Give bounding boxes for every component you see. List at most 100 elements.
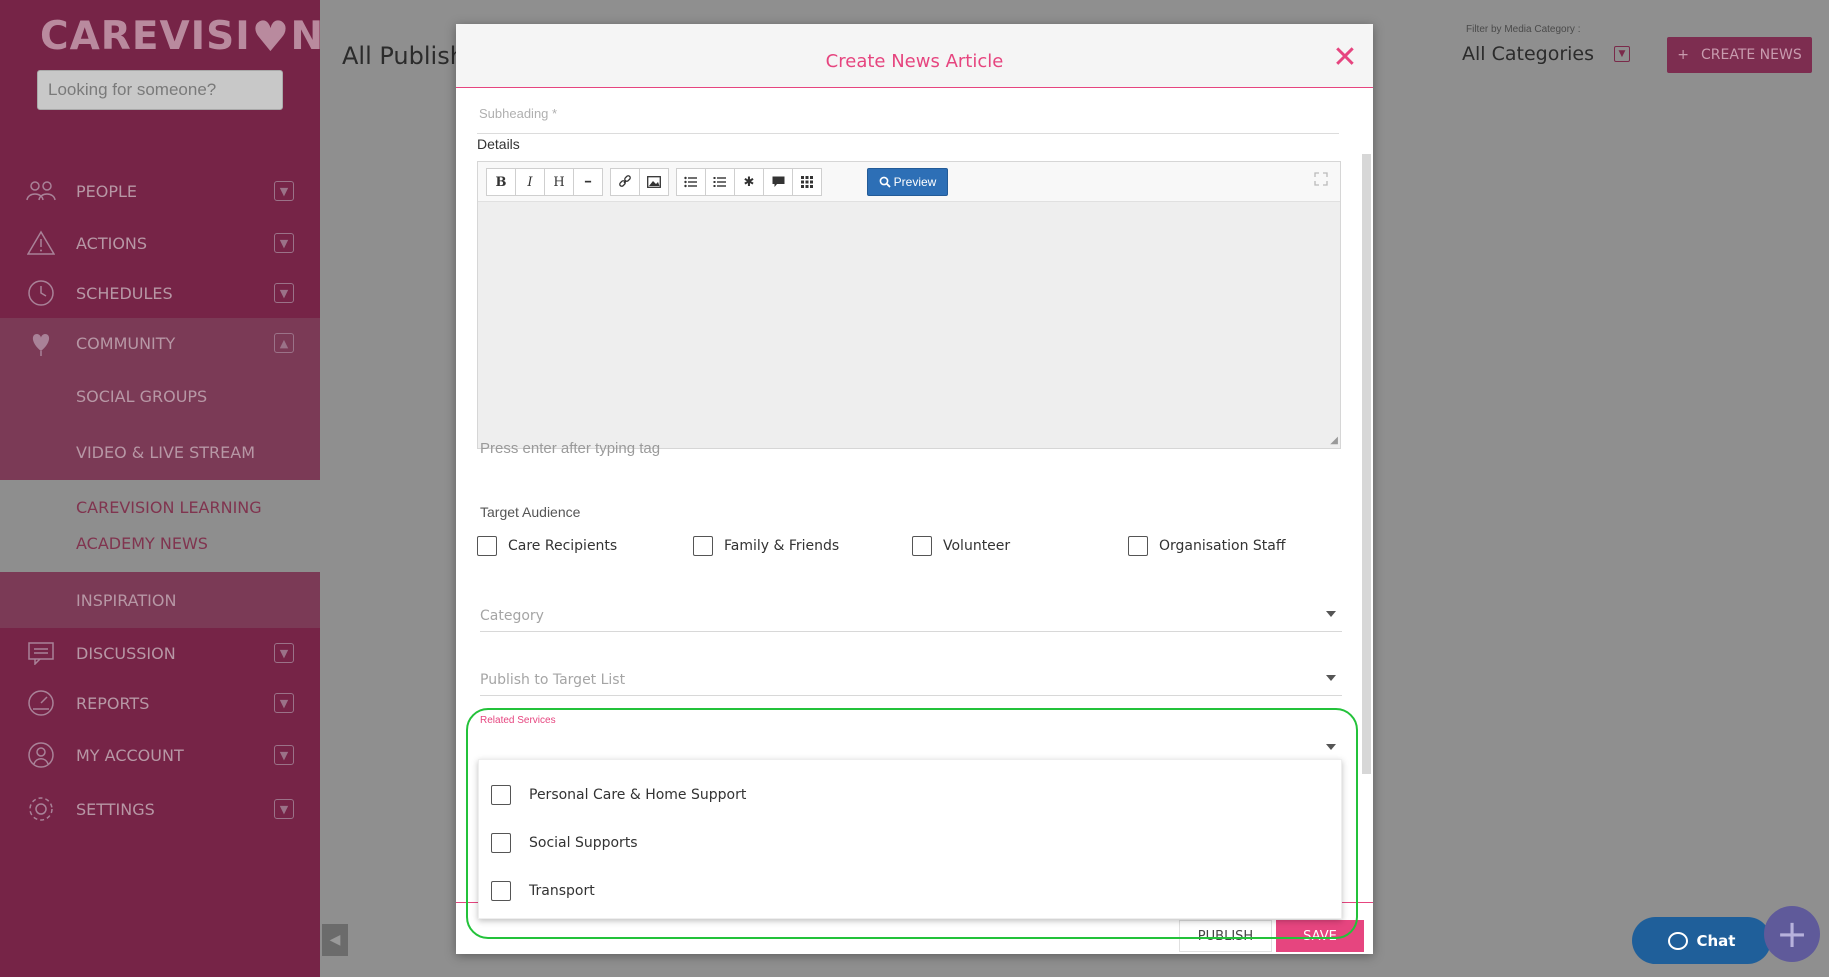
option-label: Social Supports bbox=[529, 835, 638, 851]
chat-label: Chat bbox=[1696, 931, 1736, 950]
chevron-down-icon[interactable]: ▼ bbox=[274, 233, 294, 253]
comment-button[interactable] bbox=[763, 168, 793, 196]
preview-button[interactable]: Preview bbox=[867, 168, 948, 196]
resize-handle-icon[interactable]: ◢ bbox=[1330, 435, 1338, 446]
checkbox[interactable] bbox=[491, 881, 511, 901]
category-placeholder: Category bbox=[480, 608, 544, 624]
target-audience-label: Target Audience bbox=[480, 504, 581, 520]
chevron-down-icon[interactable]: ▼ bbox=[274, 181, 294, 201]
horizontal-rule-button[interactable]: ━ bbox=[573, 168, 603, 196]
sidebar-item-label: COMMUNITY bbox=[76, 333, 176, 353]
related-service-option[interactable]: Personal Care & Home Support bbox=[491, 785, 746, 805]
sidebar-subitem-label: SOCIAL GROUPS bbox=[76, 387, 208, 406]
checkbox[interactable] bbox=[491, 785, 511, 805]
checkbox-label: Care Recipients bbox=[508, 538, 618, 554]
audience-checkbox-organisation-staff[interactable]: Organisation Staff bbox=[1128, 536, 1286, 556]
page-title: All Publish bbox=[342, 42, 465, 70]
sidebar-item-label: PEOPLE bbox=[76, 181, 138, 201]
details-label: Details bbox=[477, 136, 520, 152]
sidebar-item-schedules[interactable]: SCHEDULES ▼ bbox=[0, 268, 320, 318]
chat-button[interactable]: Chat bbox=[1632, 917, 1771, 964]
related-service-option[interactable]: Social Supports bbox=[491, 833, 638, 853]
checkbox-label: Organisation Staff bbox=[1159, 538, 1286, 554]
sidebar-item-label: REPORTS bbox=[76, 693, 150, 713]
subheading-label: Subheading * bbox=[479, 106, 558, 121]
audience-checkbox-volunteer[interactable]: Volunteer bbox=[912, 536, 1010, 556]
image-icon bbox=[647, 176, 661, 188]
sidebar-subitem-label: ACADEMY NEWS bbox=[76, 534, 208, 553]
link-button[interactable] bbox=[610, 168, 640, 196]
subheading-input[interactable]: Subheading * bbox=[477, 84, 1339, 134]
balloon-heart-icon bbox=[26, 328, 56, 358]
caret-down-icon bbox=[1326, 675, 1336, 681]
category-filter-select[interactable]: All Categories bbox=[1462, 43, 1594, 65]
plus-icon: + bbox=[1677, 47, 1689, 63]
related-services-select[interactable] bbox=[480, 724, 1342, 754]
checkbox[interactable] bbox=[1128, 536, 1148, 556]
sidebar-item-reports[interactable]: REPORTS ▼ bbox=[0, 678, 320, 728]
bullet-list-icon bbox=[684, 176, 697, 188]
chevron-down-icon[interactable]: ▼ bbox=[274, 283, 294, 303]
sidebar-item-label: MY ACCOUNT bbox=[76, 745, 184, 765]
sidebar-subitem-label: INSPIRATION bbox=[76, 591, 177, 610]
related-services-dropdown: Personal Care & Home Support Social Supp… bbox=[478, 759, 1342, 919]
grid-icon bbox=[801, 176, 813, 188]
add-fab-button[interactable]: + bbox=[1764, 906, 1820, 962]
carevision-logo[interactable]: CAREVISI ♥ N bbox=[40, 12, 324, 61]
checkbox-label: Volunteer bbox=[943, 538, 1011, 554]
logo-text: CAREVISI bbox=[40, 14, 251, 59]
close-icon[interactable]: ✕ bbox=[1330, 43, 1360, 74]
save-button[interactable]: SAVE bbox=[1276, 920, 1364, 952]
people-icon bbox=[26, 176, 56, 206]
target-list-placeholder: Publish to Target List bbox=[480, 672, 626, 688]
publish-button[interactable]: PUBLISH bbox=[1179, 920, 1272, 952]
checkbox[interactable] bbox=[693, 536, 713, 556]
chevron-down-icon[interactable]: ▼ bbox=[1614, 46, 1630, 62]
chevron-down-icon[interactable]: ▼ bbox=[274, 745, 294, 765]
image-button[interactable] bbox=[639, 168, 669, 196]
checkbox[interactable] bbox=[477, 536, 497, 556]
chevron-down-icon[interactable]: ▼ bbox=[274, 799, 294, 819]
chat-bubble-icon bbox=[1667, 931, 1688, 950]
create-news-button[interactable]: + CREATE NEWS bbox=[1667, 37, 1812, 73]
audience-checkbox-family-friends[interactable]: Family & Friends bbox=[693, 536, 839, 556]
search-input[interactable]: Looking for someone? bbox=[37, 70, 283, 110]
asterisk-button[interactable]: ✱ bbox=[734, 168, 764, 196]
sidebar-item-discussion[interactable]: DISCUSSION ▼ bbox=[0, 628, 320, 678]
checkbox[interactable] bbox=[912, 536, 932, 556]
bold-button[interactable]: B bbox=[486, 168, 516, 196]
sidebar-item-my-account[interactable]: MY ACCOUNT ▼ bbox=[0, 730, 320, 780]
chevron-up-icon[interactable]: ▲ bbox=[274, 333, 294, 353]
heading-button[interactable]: H bbox=[544, 168, 574, 196]
italic-button[interactable]: I bbox=[515, 168, 545, 196]
sidebar-item-settings[interactable]: SETTINGS ▼ bbox=[0, 784, 320, 834]
fullscreen-icon[interactable] bbox=[1314, 172, 1330, 188]
sidebar-item-people[interactable]: PEOPLE ▼ bbox=[0, 166, 320, 216]
bullet-list-button[interactable] bbox=[676, 168, 706, 196]
user-icon bbox=[26, 740, 56, 770]
sidebar: CAREVISI ♥ N Looking for someone? PEOPLE ▼… bbox=[0, 0, 323, 977]
tag-input[interactable]: Press enter after typing tag bbox=[480, 440, 660, 457]
link-icon bbox=[619, 175, 631, 187]
option-label: Transport bbox=[529, 883, 595, 899]
checkbox-label: Family & Friends bbox=[724, 538, 840, 554]
sidebar-subitem-label: VIDEO & LIVE STREAM bbox=[76, 443, 256, 462]
markdown-editor: B I H ━ ✱ Preview ◢ bbox=[477, 161, 1341, 449]
table-button[interactable] bbox=[792, 168, 822, 196]
sidebar-item-label: SCHEDULES bbox=[76, 283, 173, 303]
sidebar-item-community[interactable]: COMMUNITY ▲ bbox=[0, 318, 320, 368]
category-select[interactable]: Category bbox=[480, 602, 1342, 632]
collapse-sidebar-button[interactable]: ◀ bbox=[322, 924, 348, 956]
sidebar-item-actions[interactable]: ACTIONS ▼ bbox=[0, 218, 320, 268]
target-list-select[interactable]: Publish to Target List bbox=[480, 666, 1342, 696]
checkbox[interactable] bbox=[491, 833, 511, 853]
numbered-list-button[interactable] bbox=[705, 168, 735, 196]
editor-textarea[interactable]: ◢ bbox=[478, 202, 1340, 448]
chevron-down-icon[interactable]: ▼ bbox=[274, 693, 294, 713]
chevron-down-icon[interactable]: ▼ bbox=[274, 643, 294, 663]
audience-checkbox-care-recipients[interactable]: Care Recipients bbox=[477, 536, 617, 556]
search-icon bbox=[879, 176, 891, 188]
modal-scrollbar[interactable] bbox=[1362, 154, 1371, 774]
related-service-option[interactable]: Transport bbox=[491, 881, 595, 901]
sidebar-subitem-carevision-learning[interactable]: CAREVISION LEARNING ACADEMY NEWS bbox=[0, 480, 320, 572]
